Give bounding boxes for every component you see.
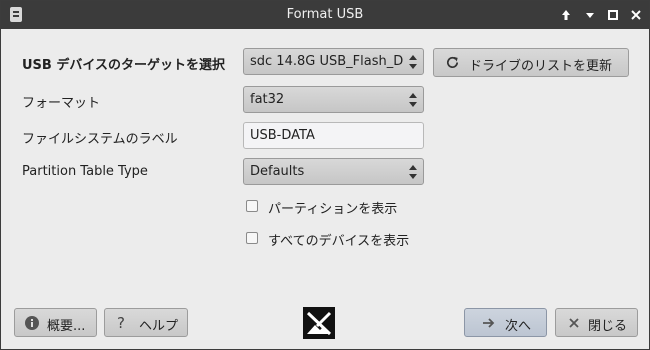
minimize-button[interactable]	[581, 6, 599, 24]
window-title: Format USB	[286, 7, 364, 22]
show-partitions-checkbox[interactable]	[246, 200, 258, 212]
about-button[interactable]: 概要...	[14, 308, 97, 337]
fs-label-label: ファイルシステムのラベル	[22, 132, 178, 147]
target-device-select[interactable]: sdc 14.8G USB_Flash_D	[243, 48, 424, 75]
mx-logo-icon	[303, 307, 335, 339]
refresh-icon	[447, 56, 459, 68]
chevron-down-icon	[586, 13, 594, 18]
format-select[interactable]: fat32	[243, 86, 424, 113]
arrow-up-icon	[562, 10, 570, 20]
fs-label-input[interactable]: USB-DATA	[243, 122, 424, 149]
partition-type-value: Defaults	[250, 164, 305, 179]
format-label: フォーマット	[22, 96, 101, 111]
format-usb-window: Format USB USB デバイスのターゲットを選択 sdc 14.8G U…	[0, 0, 650, 350]
question-icon: ?	[117, 314, 125, 332]
maximize-button[interactable]	[604, 6, 622, 24]
updown-arrows-icon	[409, 165, 417, 179]
close-window-button[interactable]	[627, 6, 645, 24]
x-icon	[569, 318, 579, 328]
show-all-devices-checkbox[interactable]	[246, 232, 258, 244]
close-label: 閉じる	[588, 319, 628, 334]
close-button[interactable]: 閉じる	[555, 308, 638, 337]
title-bar: Format USB	[1, 1, 649, 29]
show-partitions-label: パーティションを表示	[268, 202, 398, 217]
next-button[interactable]: 次へ	[464, 308, 547, 337]
maximize-icon	[608, 10, 618, 20]
show-all-devices-label: すべてのデバイスを表示	[268, 234, 410, 249]
target-device-value: sdc 14.8G USB_Flash_D	[250, 54, 404, 69]
help-label: ヘルプ	[139, 319, 179, 334]
format-value: fat32	[250, 92, 285, 107]
refresh-drives-button[interactable]: ドライブのリストを更新	[433, 48, 629, 77]
refresh-drives-label: ドライブのリストを更新	[469, 59, 613, 74]
info-icon	[25, 316, 39, 330]
updown-arrows-icon	[409, 93, 417, 107]
updown-arrows-icon	[409, 55, 417, 69]
partition-type-select[interactable]: Defaults	[243, 158, 424, 185]
partition-type-label: Partition Table Type	[22, 164, 148, 179]
about-label: 概要...	[47, 319, 86, 334]
keep-above-button[interactable]	[557, 6, 575, 24]
next-label: 次へ	[505, 319, 532, 334]
close-icon	[631, 10, 641, 20]
target-device-label: USB デバイスのターゲットを選択	[22, 58, 225, 73]
arrow-right-icon	[483, 318, 495, 328]
help-button[interactable]: ? ヘルプ	[104, 308, 188, 337]
